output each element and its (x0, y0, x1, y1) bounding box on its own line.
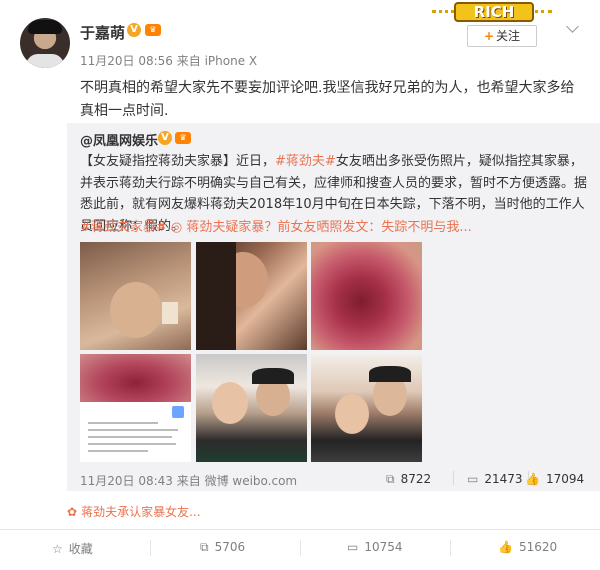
photo-text-line (88, 429, 178, 431)
follow-plus-icon: + (483, 29, 495, 43)
weibo-post-card: 于嘉萌 V ♛ 11月20日 08:56 来自 iPhone X RICH + 关… (0, 0, 600, 570)
sticker-plate: RICH (454, 2, 534, 22)
favorite-button[interactable]: ☆ 收藏 (52, 540, 93, 557)
comment-icon: ▭ (347, 540, 359, 554)
divider (0, 529, 600, 530)
comment-count: 10754 (364, 540, 403, 554)
divider (453, 471, 454, 485)
follow-button[interactable]: + 关注 (467, 25, 537, 47)
avatar-shirt (26, 54, 64, 68)
related-topic-link[interactable]: ✿ 蒋劲夫承认家暴女友... (67, 503, 201, 520)
repost-author[interactable]: @凤凰网娱乐 (80, 130, 158, 149)
repost-forward-count: 8722 (400, 472, 432, 486)
divider (150, 540, 151, 556)
rich-sticker-logo: RICH (432, 0, 552, 24)
photo-thumbnail[interactable] (311, 242, 422, 350)
avatar-hair (28, 20, 62, 34)
photo-logo (172, 406, 184, 418)
photo-text-line (88, 422, 158, 424)
like-count: 51620 (518, 540, 558, 554)
repost-like-button[interactable]: 👍 17094 (525, 472, 584, 486)
photo-thumbnail[interactable] (311, 354, 422, 462)
photo-text-line (88, 443, 176, 445)
comment-icon: ▭ (467, 472, 479, 486)
repost-meta: 11月20日 08:43 来自 微博 weibo.com (80, 474, 298, 488)
photo-thumbnail[interactable] (80, 354, 191, 462)
divider (450, 540, 451, 556)
chevron-down-icon[interactable] (566, 22, 580, 32)
repost-like-count: 17094 (545, 472, 585, 486)
like-icon: 👍 (525, 472, 540, 486)
forward-button[interactable]: ⧉ 5706 (200, 540, 245, 555)
photo-hair (196, 242, 236, 350)
repost-forward-button[interactable]: ⧉ 8722 (386, 472, 431, 487)
tag-icon: ✿ (67, 505, 78, 519)
author-name[interactable]: 于嘉萌 (80, 22, 125, 43)
forward-count: 5706 (214, 540, 246, 554)
divider (300, 540, 301, 556)
photo-face (110, 282, 162, 338)
photo-bruise (80, 354, 191, 402)
photo-paper (162, 302, 178, 324)
post-meta: 11月20日 08:56 来自 iPhone X (80, 54, 258, 68)
photo-hair (252, 368, 294, 384)
repost-text-part1: 【女友疑指控蒋劲夫家暴】近日， (80, 154, 276, 169)
forward-icon: ⧉ (200, 540, 209, 554)
like-button[interactable]: 👍 51620 (498, 540, 557, 554)
photo-thumbnail[interactable] (196, 242, 307, 350)
post-body: 不明真相的希望大家先不要妄加评论吧.我坚信我好兄弟的为人，也希望大家多给真相一点… (80, 80, 575, 119)
repost-level-icon: ♛ (175, 132, 191, 144)
repost-block: @凤凰网娱乐 V ♛ 【女友疑指控蒋劲夫家暴】近日，#蒋劲夫#女友晒出多张受伤照… (67, 123, 600, 491)
photo-thumbnail[interactable] (196, 354, 307, 462)
repost-verified-icon: V (158, 131, 172, 145)
member-level-icon: ♛ (145, 24, 161, 36)
photo-face (335, 394, 369, 434)
topic-link[interactable]: #蒋劲夫# (275, 154, 336, 169)
verified-badge-icon: V (127, 23, 141, 37)
related-topic-text: 蒋劲夫承认家暴女友... (81, 505, 201, 519)
repost-comment-button[interactable]: ▭ 21473 (467, 472, 523, 486)
like-icon: 👍 (498, 540, 513, 554)
comment-button[interactable]: ▭ 10754 (347, 540, 403, 554)
photo-thumbnail[interactable] (80, 242, 191, 350)
photo-text-line (88, 450, 148, 452)
author-avatar[interactable] (20, 18, 70, 68)
photo-face (212, 382, 248, 424)
topic-links[interactable]: #蒋劲夫家暴# ◎ 蒋劲夫疑家暴？前女友晒照发文：失踪不明与我... (80, 216, 587, 235)
forward-icon: ⧉ (386, 472, 395, 486)
favorite-icon: ☆ (52, 542, 63, 556)
photo-text-line (88, 436, 172, 438)
photo-hair (369, 366, 411, 382)
repost-comment-count: 21473 (484, 472, 523, 486)
follow-label: 关注 (496, 29, 521, 43)
favorite-label: 收藏 (68, 542, 93, 556)
